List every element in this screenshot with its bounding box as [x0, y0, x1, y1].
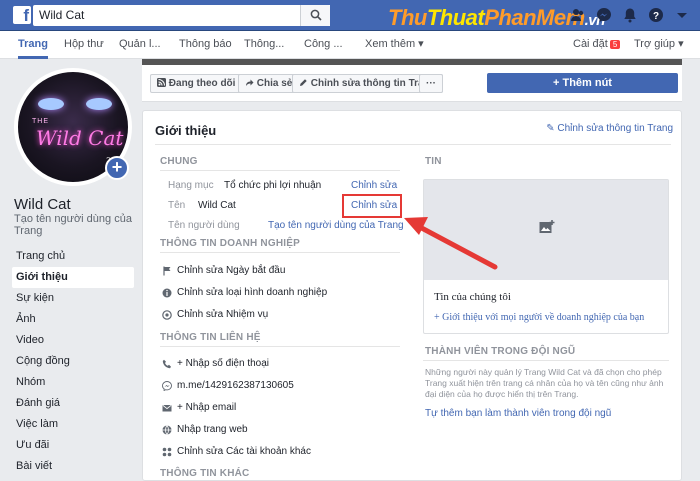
cat-eye-left — [38, 98, 64, 110]
tab-notifications[interactable]: Thông báo — [179, 31, 232, 59]
email-icon — [162, 404, 172, 412]
tab-inbox[interactable]: Hộp thư — [64, 31, 104, 59]
left-column: THE Wild Cat 2 0 + Wild Cat Tạo tên ngườ… — [0, 60, 142, 481]
tab-insights[interactable]: Thông... — [244, 31, 284, 59]
search-input[interactable]: Wild Cat — [33, 5, 330, 26]
divider — [155, 144, 671, 145]
settings-badge: 5 — [609, 40, 621, 49]
username-label: Tên người dùng — [168, 220, 240, 231]
divider — [160, 346, 400, 347]
settings-link[interactable]: Cài đặt 5 — [573, 31, 621, 59]
annotation-arrow-icon — [404, 217, 498, 270]
create-username-link[interactable]: Tạo tên người dùng của Trang — [14, 213, 132, 237]
side-nav: Trang chủ Giới thiệu Sự kiện Ảnh Video C… — [12, 246, 134, 477]
story-intro-link[interactable]: + Giới thiệu với mọi người về doanh nghi… — [434, 312, 644, 323]
search-icon — [310, 9, 322, 21]
add-photo-button[interactable]: + — [105, 156, 129, 180]
add-team-member-link[interactable]: Tự thêm bạn làm thành viên trong đội ngũ — [425, 408, 611, 419]
tab-manage[interactable]: Quản l... — [119, 31, 161, 59]
about-title: Giới thiệu — [155, 123, 217, 138]
highlight-box — [342, 194, 402, 218]
edit-mission-link[interactable]: Chỉnh sửa Nhiệm vụ — [177, 309, 268, 320]
facebook-logo-icon[interactable]: f — [13, 6, 31, 25]
create-username-link-about[interactable]: Tạo tên người dùng của Trang — [268, 220, 404, 231]
edit-other-accounts-link[interactable]: Chỉnh sửa Các tài khoản khác — [177, 446, 311, 457]
sidebar-item-reviews[interactable]: Đánh giá — [12, 393, 134, 414]
action-bar: Đang theo dõi ▾ Chia sẻ Chỉnh sửa thông … — [142, 65, 682, 102]
search-button[interactable] — [300, 5, 330, 26]
tab-page[interactable]: Trang — [18, 31, 48, 59]
account-menu-icon[interactable] — [674, 7, 690, 23]
add-phone-link[interactable]: + Nhập số điện thoại — [177, 358, 269, 369]
edit-page-info-link[interactable]: ✎ Chỉnh sửa thông tin Trang — [546, 123, 673, 134]
contact-heading: THÔNG TIN LIÊN HỆ — [160, 332, 261, 343]
edit-start-date-link[interactable]: Chỉnh sửa Ngày bắt đầu — [177, 265, 285, 276]
add-website-link[interactable]: Nhập trang web — [177, 424, 248, 435]
divider — [160, 170, 400, 171]
page-name: Wild Cat — [14, 196, 71, 213]
target-icon — [162, 310, 172, 320]
about-card: Giới thiệu ✎ Chỉnh sửa thông tin Trang C… — [142, 110, 682, 481]
sidebar-item-events[interactable]: Sự kiện — [12, 288, 134, 309]
edit-category-link[interactable]: Chỉnh sửa — [351, 180, 397, 191]
divider — [423, 360, 669, 361]
top-bar: f Wild Cat ThuThuatPhanMem.vn ? — [0, 0, 700, 31]
following-button[interactable]: Đang theo dõi ▾ — [150, 74, 251, 93]
help-link[interactable]: Trợ giúp ▾ — [634, 31, 684, 59]
avatar-text: Wild Cat — [36, 126, 124, 150]
sidebar-item-about[interactable]: Giới thiệu — [12, 267, 134, 288]
help-icon[interactable]: ? — [648, 7, 664, 23]
story-title: Tin của chúng tôi — [434, 291, 511, 303]
name-label: Tên — [168, 200, 186, 211]
tab-tools[interactable]: Công ... — [304, 31, 343, 59]
avatar-small-text: THE — [32, 118, 49, 125]
pencil-icon — [300, 79, 307, 86]
info-icon — [162, 288, 172, 298]
add-email-link[interactable]: + Nhập email — [177, 402, 236, 413]
team-heading: THÀNH VIÊN TRONG ĐỘI NGŨ — [425, 346, 576, 357]
notifications-icon[interactable] — [622, 7, 638, 23]
sidebar-item-videos[interactable]: Video — [12, 330, 134, 351]
rss-icon — [157, 78, 166, 87]
more-options-button[interactable]: ··· — [419, 74, 443, 93]
sidebar-item-posts[interactable]: Bài viết — [12, 456, 134, 477]
sidebar-item-offers[interactable]: Ưu đãi — [12, 435, 134, 456]
divider — [160, 252, 400, 253]
phone-icon — [162, 359, 171, 369]
messenger-url[interactable]: m.me/1429162387130605 — [177, 380, 294, 391]
sidebar-item-jobs[interactable]: Việc làm — [12, 414, 134, 435]
sidebar-item-groups[interactable]: Nhóm — [12, 372, 134, 393]
sidebar-item-community[interactable]: Cộng đồng — [12, 351, 134, 372]
add-button[interactable]: + Thêm nút — [487, 73, 678, 93]
friends-icon[interactable] — [570, 7, 586, 23]
globe-icon — [162, 425, 172, 435]
name-value: Wild Cat — [198, 200, 236, 211]
share-icon — [246, 79, 254, 86]
edit-business-type-link[interactable]: Chỉnh sửa loại hình doanh nghiệp — [177, 287, 327, 298]
share-button[interactable]: Chia sẻ — [238, 74, 300, 93]
other-info-heading: THÔNG TIN KHÁC — [160, 468, 250, 479]
story-heading: TIN — [425, 156, 442, 167]
category-label: Hạng mục — [168, 180, 214, 191]
messenger-icon[interactable] — [596, 7, 612, 23]
tab-more[interactable]: Xem thêm ▾ — [365, 31, 424, 59]
page-nav: Trang Hộp thư Quản l... Thông báo Thông.… — [0, 31, 700, 59]
sidebar-item-home[interactable]: Trang chủ — [12, 246, 134, 267]
messenger-link-icon — [162, 381, 172, 391]
cat-eye-right — [86, 98, 112, 110]
add-photo-icon — [539, 220, 555, 233]
general-heading: CHUNG — [160, 156, 198, 167]
top-icons: ? — [570, 7, 690, 23]
accounts-icon — [162, 447, 172, 457]
category-value: Tổ chức phi lợi nhuận — [224, 180, 322, 191]
sidebar-item-photos[interactable]: Ảnh — [12, 309, 134, 330]
svg-text:?: ? — [653, 11, 659, 22]
team-description: Những người này quản lý Trang Wild Cat v… — [425, 367, 664, 399]
flag-icon — [163, 266, 171, 276]
business-heading: THÔNG TIN DOANH NGHIỆP — [160, 238, 300, 249]
